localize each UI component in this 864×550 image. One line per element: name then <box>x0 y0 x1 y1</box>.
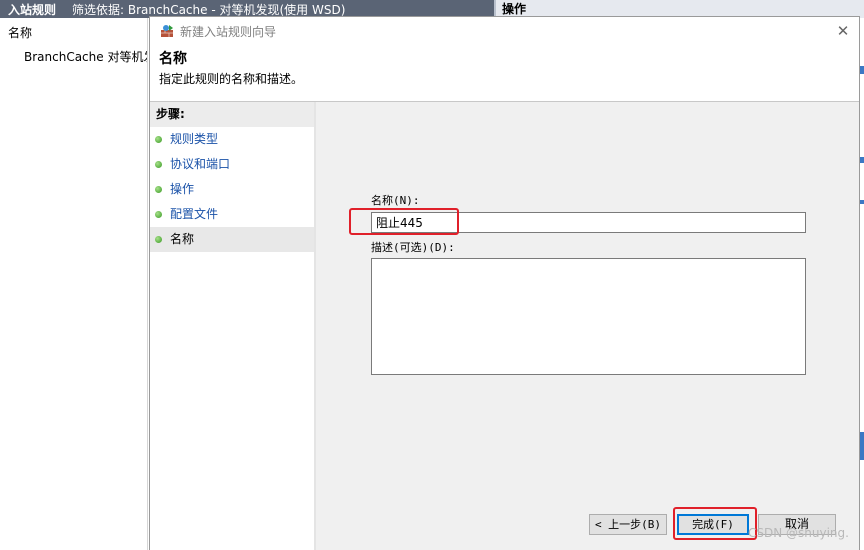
step-rule-type[interactable]: 规则类型 <box>150 127 314 152</box>
step-label: 操作 <box>170 182 195 196</box>
step-profile[interactable]: 配置文件 <box>150 202 314 227</box>
name-input[interactable] <box>371 212 806 233</box>
step-bullet-icon <box>155 236 162 243</box>
new-inbound-rule-wizard: 新建入站规则向导 ✕ 名称 指定此规则的名称和描述。 步骤: 规则类型 协议和端… <box>149 16 860 550</box>
page-subtitle: 指定此规则的名称和描述。 <box>159 72 304 86</box>
step-label: 协议和端口 <box>170 157 231 171</box>
step-name[interactable]: 名称 <box>150 227 314 252</box>
description-input[interactable] <box>371 258 806 375</box>
firewall-icon <box>161 25 173 37</box>
step-bullet-icon <box>155 186 162 193</box>
filter-text: 筛选依据: BranchCache - 对等机发现(使用 WSD) <box>72 2 346 17</box>
background-window-title: 入站规则 <box>8 2 57 17</box>
close-icon[interactable]: ✕ <box>835 23 851 39</box>
back-button[interactable]: < 上一步(B) <box>589 514 667 535</box>
step-label: 配置文件 <box>170 207 219 221</box>
step-bullet-icon <box>155 161 162 168</box>
page-title: 名称 <box>159 51 187 67</box>
watermark: CSDN @shuying. <box>748 526 849 540</box>
dialog-title-bar[interactable]: 新建入站规则向导 <box>150 17 859 45</box>
step-action[interactable]: 操作 <box>150 177 314 202</box>
description-label: 描述(可选)(D): <box>371 241 455 254</box>
steps-panel: 步骤: 规则类型 协议和端口 操作 配置文件 名称 <box>150 102 316 550</box>
name-label: 名称(N): <box>371 194 420 207</box>
step-label: 名称 <box>170 232 195 246</box>
rule-list: 名称 BranchCache 对等机发 <box>0 18 148 550</box>
step-label: 规则类型 <box>170 132 219 146</box>
step-protocol-ports[interactable]: 协议和端口 <box>150 152 314 177</box>
steps-title: 步骤: <box>150 102 314 127</box>
list-item[interactable]: BranchCache 对等机发 <box>0 48 147 66</box>
dialog-title: 新建入站规则向导 <box>180 24 277 39</box>
wizard-content: 名称(N): 描述(可选)(D): < 上一步(B) 完成(F) 取消 <box>316 102 859 550</box>
list-column-header[interactable]: 名称 <box>0 18 147 48</box>
step-bullet-icon <box>155 211 162 218</box>
finish-button[interactable]: 完成(F) <box>677 514 749 535</box>
step-bullet-icon <box>155 136 162 143</box>
wizard-header: 名称 指定此规则的名称和描述。 <box>150 45 859 101</box>
